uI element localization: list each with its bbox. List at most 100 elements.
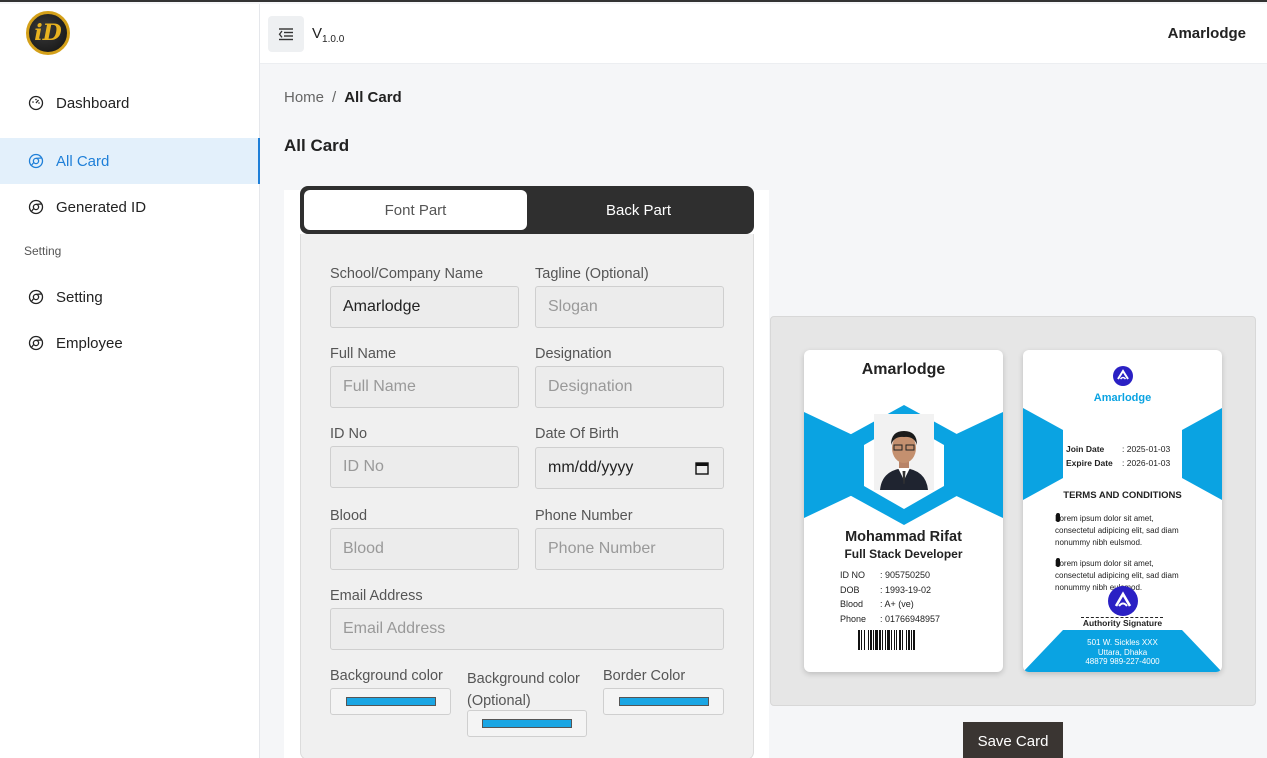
designation-input[interactable]: Designation (535, 366, 724, 408)
sidebar-item-label: Setting (56, 288, 103, 306)
sidebar-section-label: Setting (24, 244, 62, 258)
dob-value: mm/dd/yyyy (548, 459, 634, 476)
bg-color-label: Background color (330, 668, 443, 684)
breadcrumb-home[interactable]: Home (284, 89, 324, 106)
bg-color-optional-label: Background color (Optional) (467, 668, 580, 712)
employee-photo (874, 414, 934, 490)
border-color-label: Border Color (603, 668, 686, 684)
chrome-circle-icon (28, 153, 44, 169)
sidebar: iD Dashboard All Card Generated ID Setti… (0, 4, 260, 758)
expire-date-value: : 2026-01-03 (1122, 458, 1171, 468)
dob-input[interactable]: mm/dd/yyyy (535, 447, 724, 489)
bg-color-optional-picker[interactable] (467, 710, 587, 737)
bg-color-optional-label-line2: (Optional) (467, 693, 531, 709)
dashboard-gauge-icon (28, 95, 44, 111)
field-key: Blood (840, 599, 864, 609)
chrome-circle-icon (28, 199, 44, 215)
color-swatch (618, 697, 709, 706)
expire-date-row: Expire Date : 2026-01-03 (1066, 456, 1170, 470)
field-value: : 01766948957 (880, 613, 941, 624)
page-title: All Card (284, 136, 350, 155)
sidebar-item-generated-id[interactable]: Generated ID (0, 184, 260, 230)
app-logo[interactable]: iD (26, 11, 70, 55)
bg-color-optional-label-line1: Background color (467, 671, 580, 687)
sidebar-item-dashboard[interactable]: Dashboard (0, 80, 260, 126)
breadcrumb: Home / All Card (284, 89, 402, 106)
card-side-tabs: Font Part Back Part (300, 186, 754, 234)
border-color-picker[interactable] (603, 688, 724, 715)
id-no-input[interactable]: ID No (330, 446, 519, 488)
front-card-field: Blood : A+ (ve) (840, 597, 940, 612)
front-card-field: Phone : 01766948957 (840, 612, 940, 627)
color-swatch (482, 719, 572, 728)
sidebar-item-label: Generated ID (56, 198, 147, 216)
field-key: Phone (840, 613, 867, 624)
chrome-circle-icon (28, 335, 44, 351)
company-label: School/Company Name (330, 266, 484, 282)
full-name-label: Full Name (330, 346, 397, 362)
join-date-value: : 2025-01-03 (1122, 444, 1171, 454)
breadcrumb-separator: / (332, 89, 337, 106)
brand-logo-icon (1113, 366, 1133, 386)
full-name-input[interactable]: Full Name (330, 366, 519, 408)
menu-collapse-icon (278, 28, 293, 41)
barcode-icon (858, 630, 915, 650)
front-card-field: ID NO : 905750250 (840, 568, 940, 583)
chrome-circle-icon (28, 289, 44, 305)
designation-label: Designation (535, 346, 612, 362)
email-label: Email Address (330, 588, 423, 604)
phone-label: Phone Number (535, 508, 633, 524)
sidebar-item-setting[interactable]: Setting (0, 274, 260, 320)
email-input[interactable]: Email Address (330, 608, 724, 650)
join-date-label: Join Date (1066, 444, 1105, 454)
field-value: : A+ (ve) (880, 599, 914, 609)
version-prefix: V (312, 25, 323, 42)
sidebar-item-label: Employee (56, 334, 123, 352)
front-id-card: Amarlodge Mohammad Rifat Full Stack Deve… (804, 350, 1003, 672)
bullet-icon (1056, 513, 1060, 522)
logo-text: iD (34, 20, 62, 46)
sidebar-item-label: Dashboard (56, 94, 130, 112)
bullet-icon (1056, 558, 1060, 567)
phone-input[interactable]: Phone Number (535, 528, 724, 570)
front-card-company: Amarlodge (861, 361, 946, 378)
sidebar-item-all-card[interactable]: All Card (0, 138, 260, 184)
blood-input[interactable]: Blood (330, 528, 519, 570)
join-date-row: Join Date : 2025-01-03 (1066, 442, 1170, 456)
address-line: 501 W. Sickles XXX (1087, 638, 1158, 647)
sidebar-item-employee[interactable]: Employee (0, 320, 260, 366)
breadcrumb-current: All Card (344, 89, 402, 106)
company-name-input[interactable]: Amarlodge (330, 286, 519, 328)
front-card-field: DOB: 1993-19-02 (840, 583, 940, 598)
topbar: V1.0.0 Amarlodge (260, 4, 1267, 64)
bg-color-picker[interactable] (330, 688, 451, 715)
address-line: Uttara, Dhaka (1097, 647, 1148, 657)
terms-item: Lorem ipsum dolor sit amet, consectetul … (1055, 514, 1179, 547)
field-value: : 905750250 (880, 570, 931, 580)
field-key: DOB (840, 584, 860, 595)
expire-date-label: Expire Date (1066, 458, 1113, 468)
save-card-button[interactable]: Save Card (963, 722, 1063, 758)
front-card-designation: Full Stack Developer (844, 547, 963, 561)
terms-title: TERMS AND CONDITIONS (1063, 490, 1182, 501)
front-card-fields: ID NO : 905750250 DOB: 1993-19-02 Blood : … (840, 568, 940, 626)
calendar-icon[interactable] (695, 461, 709, 475)
front-card-name: Mohammad Rifat (845, 529, 962, 545)
user-name[interactable]: Amarlodge (1168, 25, 1246, 42)
back-card-brand: Amarlodge (1093, 392, 1152, 404)
field-key: ID NO (840, 570, 866, 580)
back-id-card: Amarlodge Join Date : 2025-01-03 Expire D… (1023, 350, 1222, 672)
dob-label: Date Of Birth (535, 426, 619, 442)
back-card-address: 501 W. Sickles XXX Uttara, Dhaka 48879 9… (1023, 638, 1222, 667)
tagline-input[interactable]: Slogan (535, 286, 724, 328)
sidebar-item-label: All Card (56, 152, 110, 170)
signature-label: Authority Signature (1082, 618, 1163, 628)
tagline-label: Tagline (Optional) (535, 266, 649, 282)
back-card-dates: Join Date : 2025-01-03 Expire Date : 2026-… (1066, 442, 1170, 470)
tab-front-part[interactable]: Font Part (304, 190, 527, 230)
version-number: 1.0.0 (322, 34, 345, 45)
id-no-label: ID No (330, 426, 368, 442)
tab-back-part[interactable]: Back Part (527, 190, 750, 230)
color-swatch (345, 697, 436, 706)
sidebar-toggle-button[interactable] (268, 16, 304, 52)
